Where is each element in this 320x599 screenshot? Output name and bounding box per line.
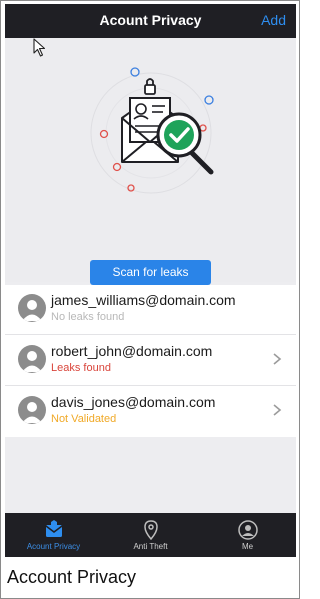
phone-screen: Acount Privacy Add Scan for leaks james_… <box>5 4 296 557</box>
chevron-right-icon <box>273 404 282 416</box>
tab-label: Anti Theft <box>133 542 168 551</box>
tab-label: Acount Privacy <box>26 542 81 551</box>
user-circle-icon <box>237 520 258 540</box>
decor-dot <box>204 95 214 105</box>
page-title: Acount Privacy <box>99 12 202 28</box>
avatar <box>18 396 46 424</box>
account-row-robert[interactable]: robert_john@domain.com Leaks found <box>5 336 296 386</box>
tab-bar: Acount Privacy Anti Theft Me <box>5 513 296 557</box>
chevron-right-icon <box>273 353 282 365</box>
navigation-bar: Acount Privacy Add <box>5 4 296 38</box>
scan-for-leaks-button[interactable]: Scan for leaks <box>90 260 211 285</box>
account-row-james[interactable]: james_williams@domain.com No leaks found <box>5 285 296 335</box>
row-divider <box>5 334 296 335</box>
account-list: james_williams@domain.com No leaks found… <box>5 285 296 437</box>
privacy-illustration <box>90 67 214 194</box>
add-button[interactable]: Add <box>261 12 286 28</box>
avatar <box>18 345 46 373</box>
account-email: james_williams@domain.com <box>51 292 236 308</box>
tab-me[interactable]: Me <box>199 513 296 557</box>
screenshot-caption: Account Privacy <box>7 567 137 587</box>
decor-dot <box>112 162 122 172</box>
account-status: No leaks found <box>51 311 125 323</box>
mouse-cursor-icon <box>33 38 46 57</box>
location-pin-icon <box>143 520 158 541</box>
account-status: Leaks found <box>51 362 111 374</box>
account-status: Not Validated <box>51 413 117 425</box>
tab-label: Me <box>241 542 254 551</box>
avatar <box>18 294 46 322</box>
tab-acount-privacy[interactable]: Acount Privacy <box>5 513 102 557</box>
tab-anti-theft[interactable]: Anti Theft <box>102 513 199 557</box>
account-email: davis_jones@domain.com <box>51 394 216 410</box>
decor-dot <box>127 184 135 192</box>
hero-section: Scan for leaks <box>5 38 296 285</box>
account-row-davis[interactable]: davis_jones@domain.com Not Validated <box>5 387 296 437</box>
row-divider <box>5 385 296 386</box>
lock-icon <box>144 78 156 95</box>
screenshot-frame: Acount Privacy Add Scan for leaks james_… <box>0 0 300 599</box>
mail-shield-icon <box>45 520 62 537</box>
account-email: robert_john@domain.com <box>51 343 213 359</box>
